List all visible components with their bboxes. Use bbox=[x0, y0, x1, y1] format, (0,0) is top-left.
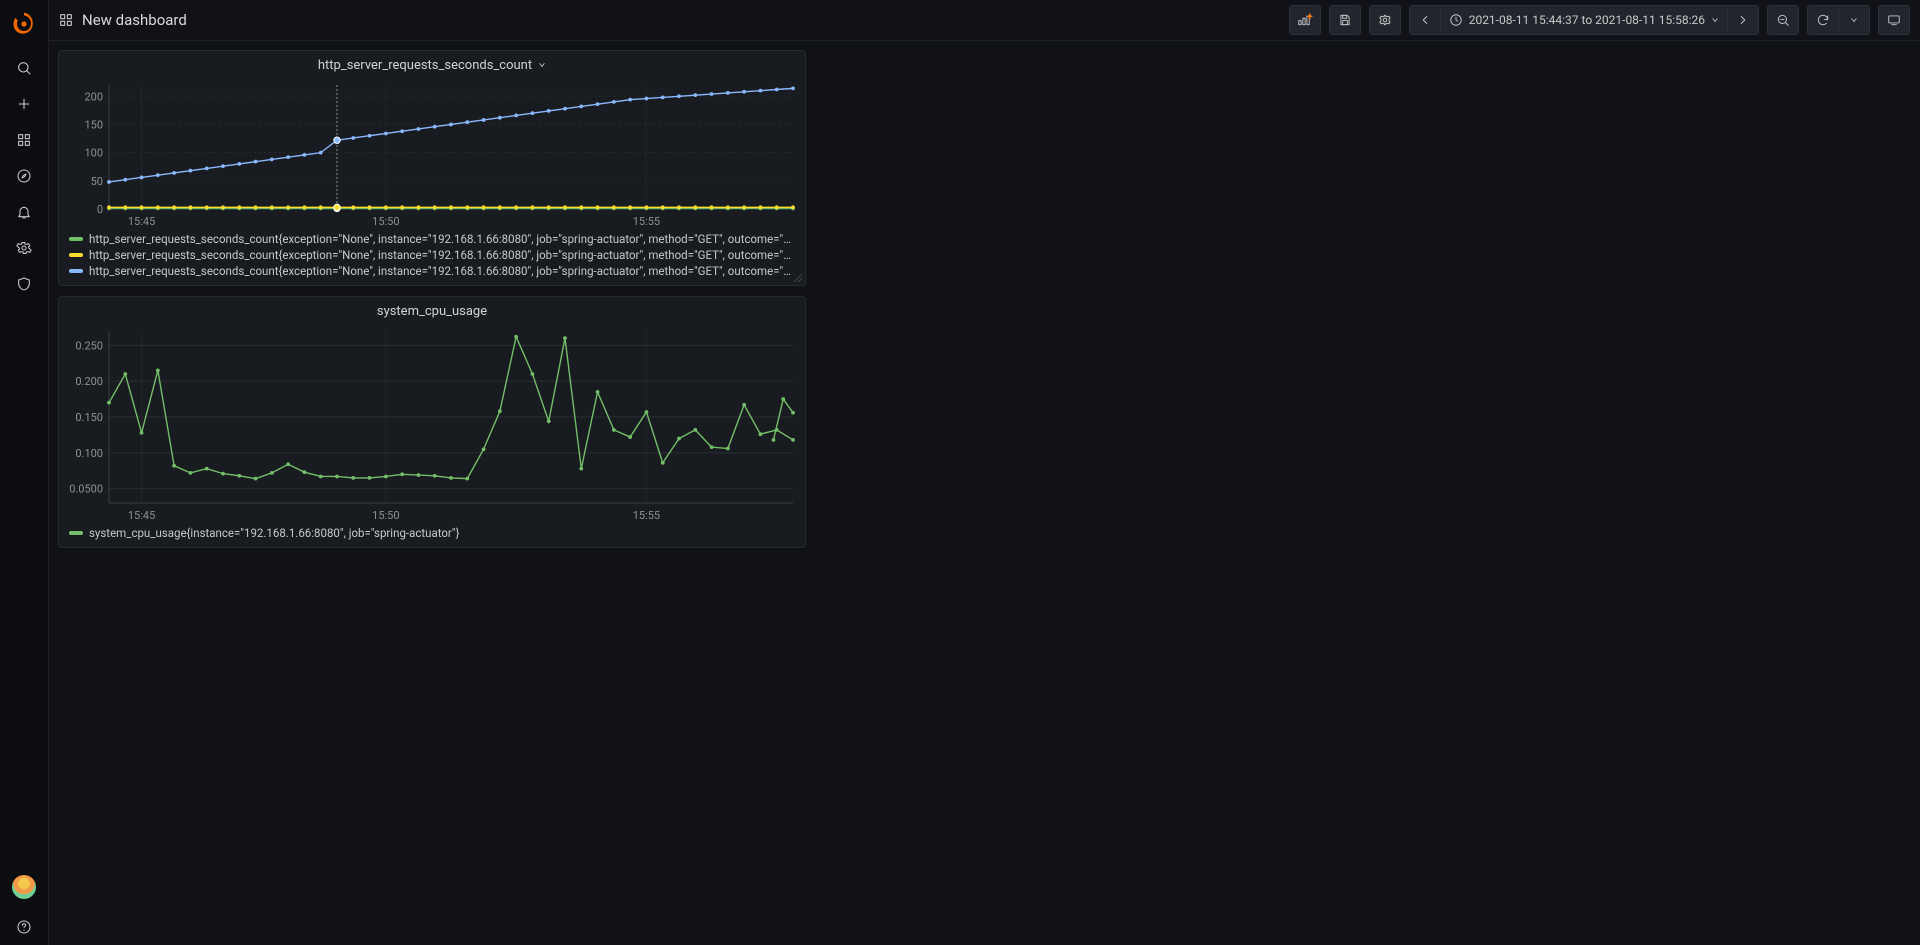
search-icon[interactable] bbox=[0, 50, 48, 86]
refresh-interval-button[interactable] bbox=[1839, 5, 1870, 35]
panel-cpu-usage: system_cpu_usage 0.05000.1000.1500.2000.… bbox=[58, 296, 806, 548]
legend-label: http_server_requests_seconds_count{excep… bbox=[89, 248, 795, 262]
alerts-icon[interactable] bbox=[0, 194, 48, 230]
panel-title-button[interactable]: system_cpu_usage bbox=[59, 297, 805, 325]
legend-item[interactable]: http_server_requests_seconds_count{excep… bbox=[69, 247, 795, 263]
time-range-picker[interactable]: 2021-08-11 15:44:37 to 2021-08-11 15:58:… bbox=[1441, 5, 1728, 35]
svg-text:15:50: 15:50 bbox=[372, 215, 399, 228]
time-range-label: 2021-08-11 15:44:37 to 2021-08-11 15:58:… bbox=[1469, 13, 1705, 27]
panel-title-button[interactable]: http_server_requests_seconds_count bbox=[59, 51, 805, 79]
plus-icon[interactable] bbox=[0, 86, 48, 122]
svg-text:0.150: 0.150 bbox=[75, 411, 103, 424]
help-icon[interactable] bbox=[0, 909, 48, 945]
panel-http-requests: http_server_requests_seconds_count 0 50 10… bbox=[58, 50, 806, 286]
legend-item[interactable]: http_server_requests_seconds_count{excep… bbox=[69, 231, 795, 247]
svg-text:15:55: 15:55 bbox=[633, 509, 660, 522]
time-prev-button[interactable] bbox=[1409, 5, 1441, 35]
panel-title: system_cpu_usage bbox=[377, 304, 487, 319]
svg-text:0.200: 0.200 bbox=[75, 375, 103, 388]
legend-item[interactable]: http_server_requests_seconds_count{excep… bbox=[69, 263, 795, 279]
refresh-button[interactable] bbox=[1807, 5, 1839, 35]
refresh-group bbox=[1807, 5, 1870, 35]
legend-swatch bbox=[69, 237, 83, 241]
panel-title: http_server_requests_seconds_count bbox=[318, 58, 532, 73]
svg-text:0: 0 bbox=[97, 203, 103, 216]
clock-icon bbox=[1449, 13, 1463, 27]
time-range-group: 2021-08-11 15:44:37 to 2021-08-11 15:58:… bbox=[1409, 5, 1759, 35]
svg-text:0.100: 0.100 bbox=[75, 447, 103, 460]
svg-text:15:55: 15:55 bbox=[633, 215, 660, 228]
dashboards-icon[interactable] bbox=[0, 122, 48, 158]
save-dashboard-button[interactable] bbox=[1329, 5, 1361, 35]
legend-item[interactable]: system_cpu_usage{instance="192.168.1.66:… bbox=[69, 525, 795, 541]
legend-label: system_cpu_usage{instance="192.168.1.66:… bbox=[89, 526, 459, 540]
topbar: New dashboard + 2021-08-11 15:44:37 to 2… bbox=[48, 0, 1920, 41]
chevron-down-icon bbox=[538, 61, 546, 69]
svg-text:15:45: 15:45 bbox=[128, 215, 155, 228]
legend-label: http_server_requests_seconds_count{excep… bbox=[89, 232, 795, 246]
dashboard-settings-button[interactable] bbox=[1369, 5, 1401, 35]
dashboard-title: New dashboard bbox=[82, 11, 187, 29]
panel-legend: http_server_requests_seconds_count{excep… bbox=[59, 231, 805, 285]
svg-text:0.0500: 0.0500 bbox=[69, 483, 103, 496]
legend-swatch bbox=[69, 531, 83, 535]
svg-text:50: 50 bbox=[91, 175, 103, 188]
explore-icon[interactable] bbox=[0, 158, 48, 194]
svg-text:15:45: 15:45 bbox=[128, 509, 155, 522]
dashboard-title-wrap[interactable]: New dashboard bbox=[58, 11, 187, 29]
resize-handle[interactable] bbox=[793, 273, 803, 283]
settings-icon[interactable] bbox=[0, 230, 48, 266]
left-sidebar bbox=[0, 0, 49, 945]
user-avatar[interactable] bbox=[12, 875, 36, 899]
add-panel-button[interactable]: + bbox=[1289, 5, 1321, 35]
legend-swatch bbox=[69, 253, 83, 257]
zoom-out-button[interactable] bbox=[1767, 5, 1799, 35]
grafana-logo[interactable] bbox=[10, 10, 38, 38]
chevron-down-icon bbox=[1711, 16, 1719, 24]
view-mode-button[interactable] bbox=[1878, 5, 1910, 35]
shield-icon[interactable] bbox=[0, 266, 48, 302]
time-next-button[interactable] bbox=[1728, 5, 1759, 35]
chart-cpu-usage[interactable]: 0.0500 0.100 0.150 0.200 0.250 15:45 15:50 15:5… bbox=[59, 325, 805, 525]
svg-text:15:50: 15:50 bbox=[372, 509, 399, 522]
svg-text:200: 200 bbox=[84, 90, 103, 103]
chart-http-requests[interactable]: 0 50 100 150 200 15:45 15:50 15:55 bbox=[59, 79, 805, 231]
legend-label: http_server_requests_seconds_count{excep… bbox=[89, 264, 795, 278]
panel-legend: system_cpu_usage{instance="192.168.1.66:… bbox=[59, 525, 805, 547]
dashboard-content: http_server_requests_seconds_count 0 50 10… bbox=[48, 40, 1920, 945]
svg-text:100: 100 bbox=[84, 147, 103, 160]
svg-text:150: 150 bbox=[84, 118, 103, 131]
svg-text:0.250: 0.250 bbox=[75, 339, 103, 352]
apps-icon bbox=[58, 12, 74, 28]
legend-swatch bbox=[69, 269, 83, 273]
